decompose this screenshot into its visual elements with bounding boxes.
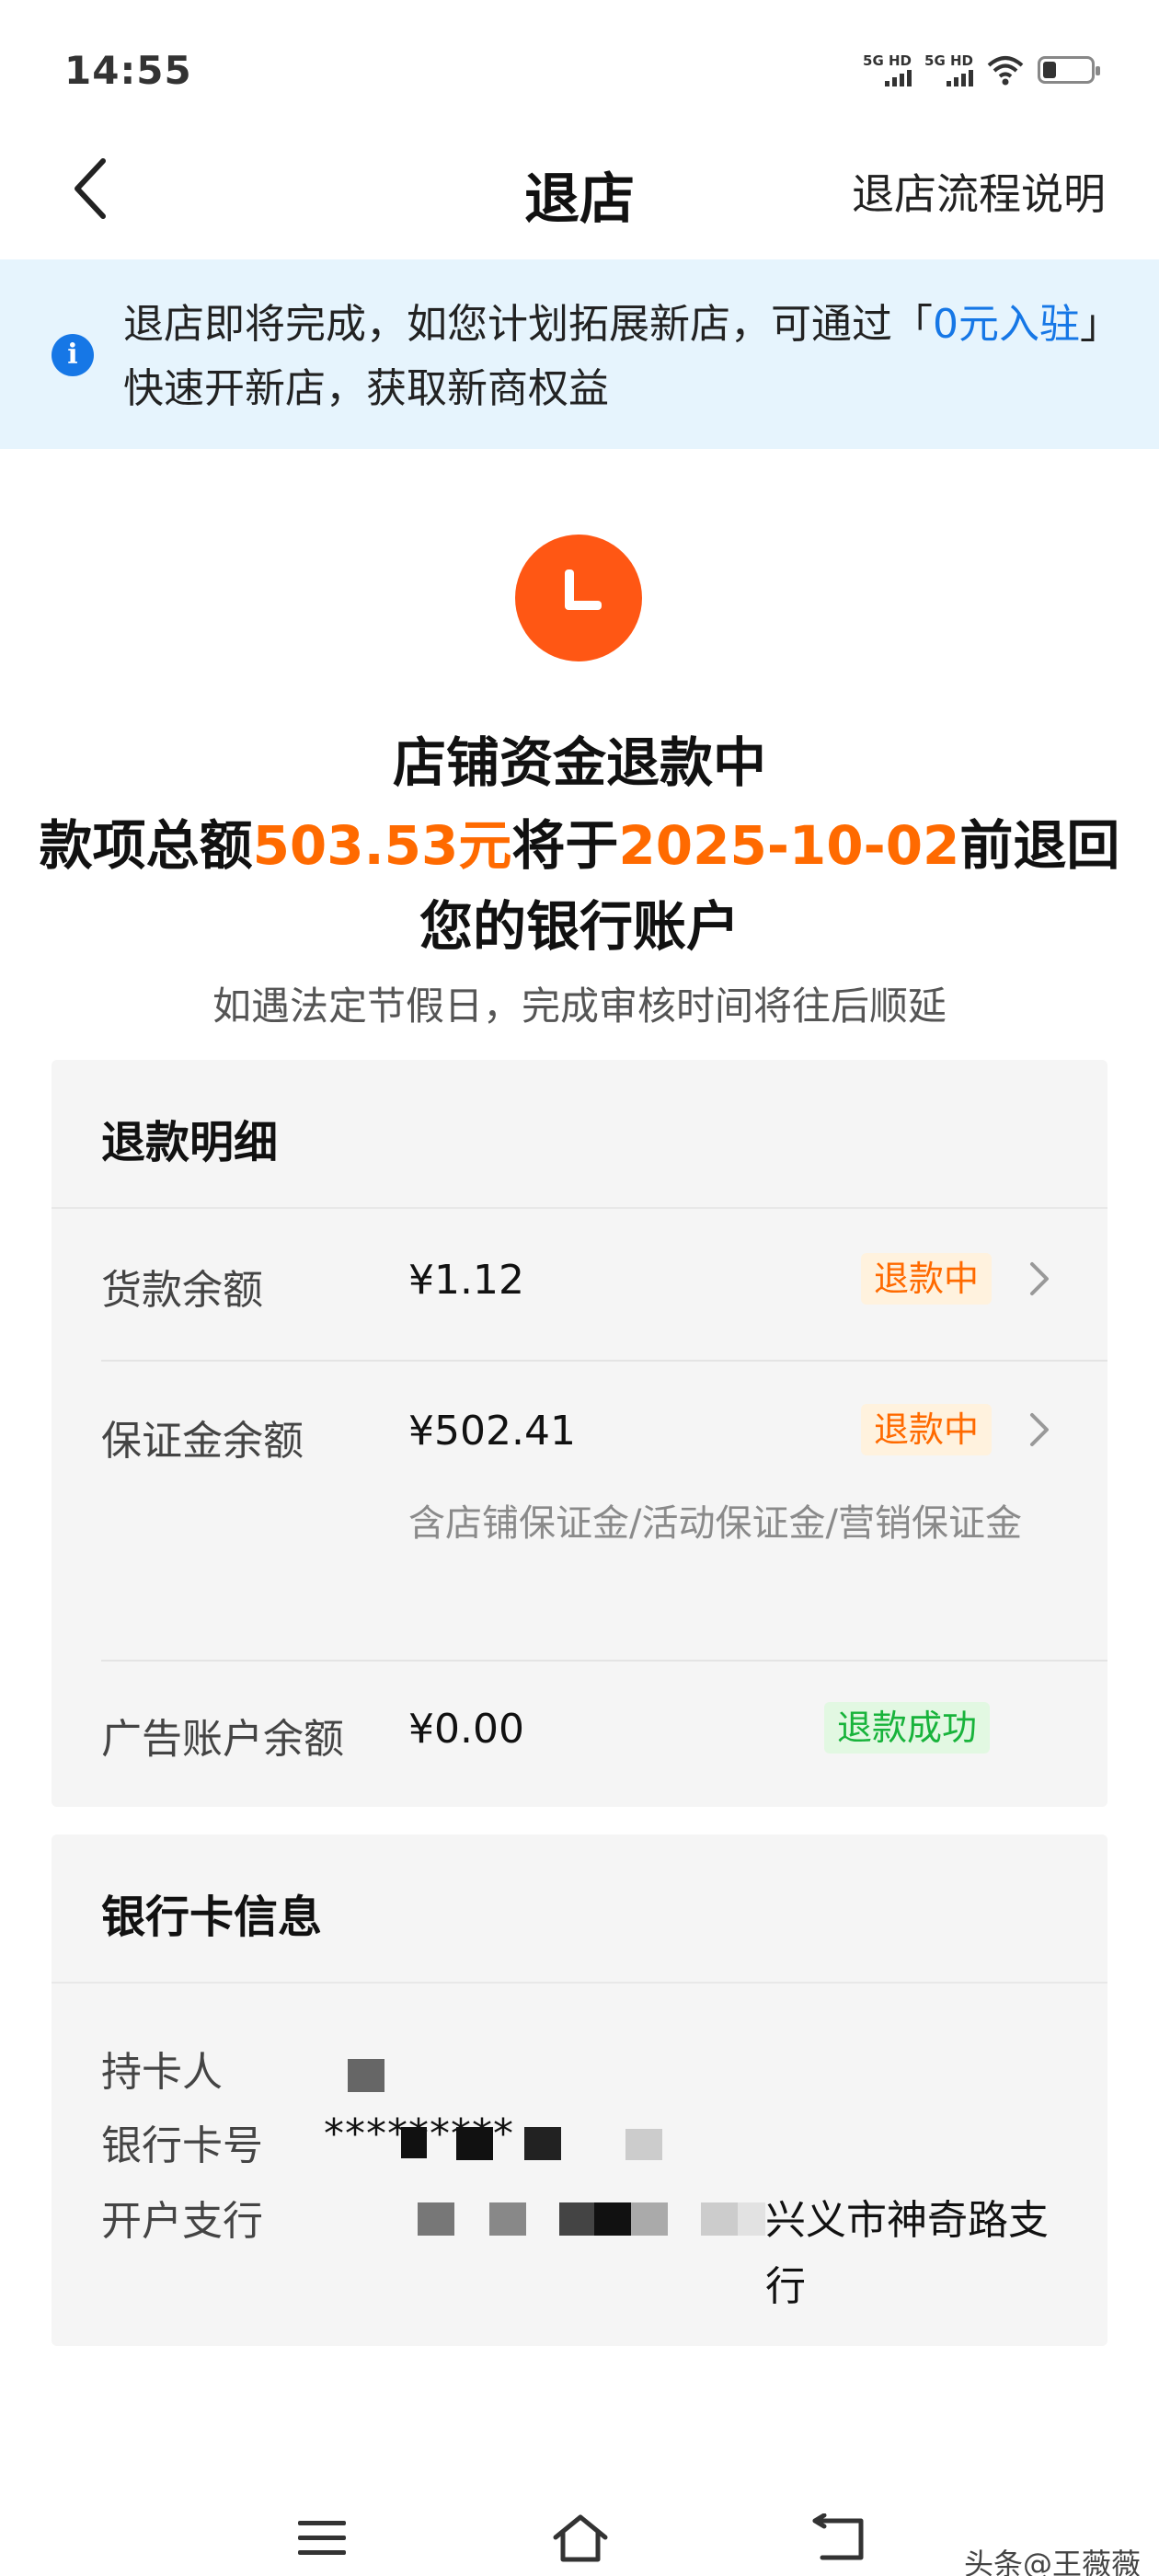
banner-text-before: 退店即将完成，如您计划拓展新店，可通过「 xyxy=(123,301,933,348)
clock-icon xyxy=(515,535,642,661)
redacted-block xyxy=(701,2202,738,2236)
signal-icon: 5G HD xyxy=(863,53,912,86)
banner-text: 退店即将完成，如您计划拓展新店，可通过「0元入驻」快速开新店，获取新商权益 xyxy=(123,293,1117,421)
status-amount-line: 款项总额503.53元将于2025-10-02前退回 xyxy=(0,802,1159,880)
row-value: ¥0.00 xyxy=(408,1706,524,1753)
redacted-block xyxy=(594,2202,631,2236)
chevron-right-icon[interactable] xyxy=(1021,1402,1058,1457)
branch-value: 兴义市神奇路支行 xyxy=(765,2197,1049,2310)
redacted-block xyxy=(559,2202,596,2236)
battery-icon xyxy=(1038,56,1100,84)
menu-icon[interactable] xyxy=(294,2515,350,2561)
wifi-icon xyxy=(987,56,1024,86)
row-label: 货款余额 xyxy=(101,1267,263,1314)
redacted-block xyxy=(631,2202,668,2236)
status-badge: 退款中 xyxy=(861,1253,993,1305)
status-line-prefix: 款项总额 xyxy=(39,814,253,877)
refund-detail-card: 退款明细 货款余额 ¥1.12 退款中 保证金余额 ¥502.41 退款中 含店… xyxy=(52,1060,1107,1807)
process-guide-link[interactable]: 退店流程说明 xyxy=(852,161,1106,222)
info-icon: i xyxy=(52,334,94,376)
row-value: ¥502.41 xyxy=(408,1408,576,1455)
redacted-block xyxy=(738,2202,765,2236)
signal-label: 5G HD xyxy=(863,52,912,69)
status-line-destination: 您的银行账户 xyxy=(419,895,740,958)
home-icon[interactable] xyxy=(550,2512,611,2565)
holiday-note: 如遇法定节假日，完成审核时间将往后顺延 xyxy=(212,983,947,1029)
watermark: 头条@王薇薇 xyxy=(963,2547,1141,2576)
redacted-block xyxy=(401,2127,427,2158)
back-arrow-icon[interactable] xyxy=(809,2513,866,2563)
row-label: 广告账户余额 xyxy=(101,1716,344,1763)
redacted-block xyxy=(489,2202,526,2236)
card-number-label: 银行卡号 xyxy=(101,2122,263,2169)
redacted-block xyxy=(418,2202,454,2236)
branch-label: 开户支行 xyxy=(101,2198,263,2245)
chevron-right-icon[interactable] xyxy=(1021,1251,1058,1306)
zero-fee-entry-link[interactable]: 0元入驻 xyxy=(933,301,1080,348)
status-time: 14:55 xyxy=(64,48,192,93)
refund-total-amount: 503.53元 xyxy=(252,814,512,877)
deposit-note: 含店铺保证金/活动保证金/营销保证金 xyxy=(408,1502,1022,1545)
holder-label: 持卡人 xyxy=(101,2049,223,2096)
signal-label: 5G HD xyxy=(924,52,973,69)
redacted-block xyxy=(524,2127,561,2160)
redacted-block xyxy=(456,2127,493,2160)
signal-icon: 5G HD xyxy=(924,53,973,86)
divider xyxy=(101,1360,1107,1362)
status-line-mid: 将于 xyxy=(511,814,619,877)
status-badge: 退款中 xyxy=(861,1404,993,1455)
status-badge: 退款成功 xyxy=(824,1702,991,1754)
redacted-block xyxy=(625,2129,662,2160)
refund-date: 2025-10-02 xyxy=(618,814,960,877)
row-value: ¥1.12 xyxy=(408,1257,524,1304)
divider xyxy=(101,1660,1107,1662)
refund-detail-title: 退款明细 xyxy=(101,1117,279,1168)
status-line-suffix: 前退回 xyxy=(959,814,1120,877)
redacted-block xyxy=(348,2059,384,2092)
row-label: 保证金余额 xyxy=(101,1418,304,1465)
bank-card-info: 银行卡信息 持卡人 银行卡号 ********* 开户支行 兴义市神奇路支行 xyxy=(52,1834,1107,2346)
bank-card-title: 银行卡信息 xyxy=(101,1892,323,1943)
status-title: 店铺资金退款中 xyxy=(392,731,766,794)
status-icons: 5G HD 5G HD xyxy=(863,52,1100,88)
